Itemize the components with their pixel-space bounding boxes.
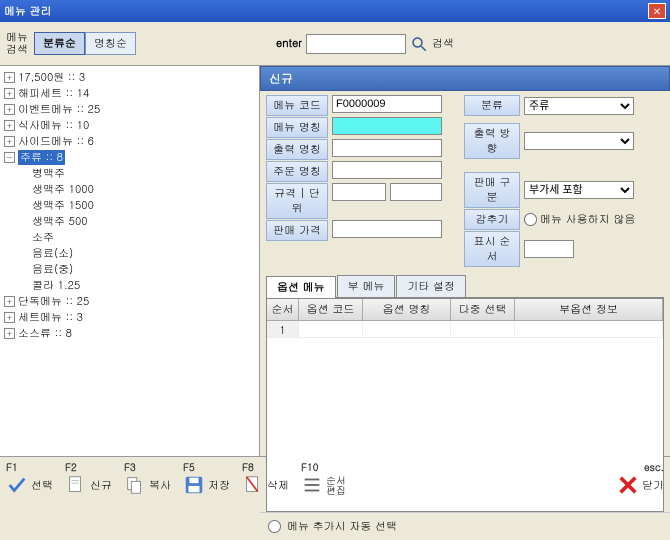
unit-field[interactable]: [390, 183, 442, 201]
label-sale-div: 판매 구분: [464, 172, 520, 208]
unused-radio[interactable]: [524, 213, 537, 226]
label-spec-unit: 규격 | 단위: [266, 183, 328, 219]
tree-toggle[interactable]: +: [4, 328, 15, 339]
label-order-name: 주문 명칭: [266, 161, 328, 182]
fn-new-button[interactable]: 신규: [65, 474, 112, 496]
label-print-dir: 출력 방향: [464, 123, 520, 159]
fn-delete-button[interactable]: 삭제: [242, 474, 289, 496]
label-menu-code: 메뉴 코드: [266, 95, 328, 116]
order-name-field[interactable]: [332, 161, 442, 179]
label-category: 분류: [464, 95, 520, 116]
tree-item[interactable]: 이벤트메뉴 :: 25: [18, 102, 100, 117]
tree-item-selected[interactable]: 주류 :: 8: [18, 150, 65, 165]
label-print-name: 출력 명칭: [266, 139, 328, 160]
tree-item[interactable]: 생맥주 500: [32, 214, 88, 229]
panel-title: 신규: [260, 66, 670, 91]
tree-toggle[interactable]: +: [4, 88, 15, 99]
window-close-button[interactable]: ✕: [648, 3, 666, 19]
sort-by-name-button[interactable]: 명칭순: [85, 32, 136, 55]
list-icon: [301, 474, 323, 496]
label-subtract: 감추기: [464, 209, 520, 230]
print-name-field[interactable]: [332, 139, 442, 157]
label-disp-order: 표시 순서: [464, 231, 520, 267]
grid-cell-idx: 1: [267, 321, 299, 337]
delete-icon: [242, 474, 264, 496]
fn-close-button[interactable]: 닫기: [617, 474, 664, 496]
search-icon[interactable]: [410, 35, 428, 53]
close-icon: [617, 474, 639, 496]
copy-icon: [124, 474, 146, 496]
tree-item[interactable]: 콜라 1.25: [32, 278, 80, 293]
menu-code-field[interactable]: [332, 95, 442, 113]
tree-item[interactable]: 병맥주: [32, 166, 65, 181]
save-icon: [183, 474, 205, 496]
tree-item[interactable]: 17,500원 :: 3: [18, 70, 85, 85]
grid-cell[interactable]: [299, 321, 363, 337]
tree-item[interactable]: 식사메뉴 :: 10: [18, 118, 89, 133]
tree-toggle[interactable]: +: [4, 296, 15, 307]
menu-tree[interactable]: +17,500원 :: 3 +해피세트 :: 14 +이벤트메뉴 :: 25 +…: [0, 66, 260, 456]
spec-field[interactable]: [332, 183, 386, 201]
grid-cell[interactable]: [451, 321, 515, 337]
tree-item[interactable]: 사이드메뉴 :: 6: [18, 134, 94, 149]
print-dir-select[interactable]: [524, 132, 634, 150]
tree-item[interactable]: 소스류 :: 8: [18, 326, 72, 341]
auto-select-radio[interactable]: [268, 520, 281, 533]
tree-toggle[interactable]: +: [4, 136, 15, 147]
sale-div-select[interactable]: 부가세 포함: [524, 181, 634, 199]
check-icon: [6, 474, 28, 496]
tree-toggle[interactable]: −: [4, 152, 15, 163]
search-button-label: 검색: [432, 36, 454, 51]
new-doc-icon: [65, 474, 87, 496]
grid-header-order: 순서: [267, 299, 299, 320]
tree-item[interactable]: 음료(중): [32, 262, 73, 277]
fn-copy-button[interactable]: 복사: [124, 474, 171, 496]
menu-name-field[interactable]: [332, 117, 442, 135]
label-sale-price: 판매 가격: [266, 220, 328, 241]
fn-save-button[interactable]: 저장: [183, 474, 230, 496]
unused-radio-label: 메뉴 사용하지 않음: [540, 212, 635, 227]
tree-item[interactable]: 해피세트 :: 14: [18, 86, 89, 101]
search-input[interactable]: [306, 34, 406, 54]
window-title: 메뉴 관리: [4, 4, 52, 19]
grid-header-subopt: 부옵션 정보: [515, 299, 663, 320]
grid-header-name: 옵션 명칭: [363, 299, 451, 320]
tree-item[interactable]: 음료(소): [32, 246, 73, 261]
fn-order-edit-button[interactable]: 순서 편집: [301, 474, 346, 496]
tree-item[interactable]: 생맥주 1000: [32, 182, 94, 197]
category-select[interactable]: 주류: [524, 97, 634, 115]
fn-key-f10: F10: [301, 460, 318, 474]
tree-toggle[interactable]: +: [4, 104, 15, 115]
tree-item[interactable]: 생맥주 1500: [32, 198, 94, 213]
fn-key-f3: F3: [124, 460, 136, 474]
grid-row[interactable]: 1: [267, 321, 663, 338]
tab-option-menu[interactable]: 옵션 메뉴: [266, 276, 336, 298]
sort-by-category-button[interactable]: 분류순: [34, 32, 85, 55]
tree-toggle[interactable]: +: [4, 312, 15, 323]
search-section-label: 메뉴 검색: [6, 32, 30, 56]
auto-select-label: 메뉴 추가시 자동 선택: [287, 519, 397, 534]
fn-key-f8: F8: [242, 460, 254, 474]
tree-item[interactable]: 단독메뉴 :: 25: [18, 294, 89, 309]
grid-cell[interactable]: [515, 321, 663, 337]
sale-price-field[interactable]: [332, 220, 442, 238]
grid-header-multi: 다중 선택: [451, 299, 515, 320]
disp-order-field[interactable]: [524, 240, 574, 258]
label-menu-name: 메뉴 명칭: [266, 117, 328, 138]
fn-key-f5: F5: [183, 460, 195, 474]
enter-label: enter: [276, 36, 302, 51]
tree-toggle[interactable]: +: [4, 72, 15, 83]
grid-cell[interactable]: [363, 321, 451, 337]
tree-item[interactable]: 소주: [32, 230, 54, 245]
fn-key-f1: F1: [6, 460, 18, 474]
fn-key-f2: F2: [65, 460, 77, 474]
tab-other-settings[interactable]: 기타 설정: [396, 275, 466, 297]
fn-key-esc: esc.: [644, 460, 664, 474]
fn-select-button[interactable]: 선택: [6, 474, 53, 496]
tree-toggle[interactable]: +: [4, 120, 15, 131]
tree-item[interactable]: 세트메뉴 :: 3: [18, 310, 83, 325]
tab-sub-menu[interactable]: 부 메뉴: [337, 275, 396, 297]
grid-header-code: 옵션 코드: [299, 299, 363, 320]
